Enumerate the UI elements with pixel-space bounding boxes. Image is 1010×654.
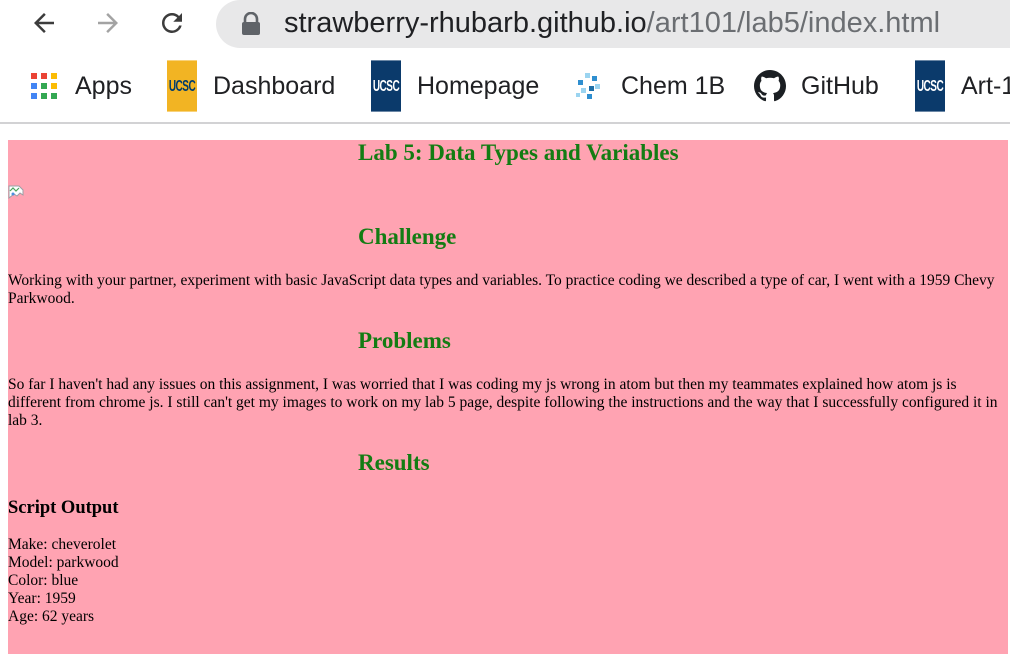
bookmark-art[interactable]: UCSC Art-1 — [914, 60, 1010, 112]
bookmark-apps[interactable]: Apps — [28, 68, 132, 104]
ucsc-icon: UCSC — [166, 60, 198, 112]
github-icon — [754, 70, 786, 102]
problems-heading: Problems — [358, 328, 451, 353]
bookmark-chem-1b[interactable]: Chem 1B — [574, 68, 725, 104]
challenge-text: Working with your partner, experiment wi… — [8, 272, 995, 307]
output-line: Year: 1959 — [8, 590, 76, 607]
script-output: Make: cheverolet Model: parkwood Color: … — [8, 536, 119, 626]
output-line: Age: 62 years — [8, 608, 95, 625]
output-line: Model: parkwood — [8, 554, 119, 571]
reload-icon — [161, 12, 182, 33]
broken-image-icon — [8, 185, 24, 200]
apps-grid-icon — [28, 70, 60, 102]
forward-arrow-icon — [98, 13, 118, 33]
output-line: Color: blue — [8, 572, 79, 589]
bookmark-label: Dashboard — [213, 71, 336, 100]
reload-button[interactable] — [152, 3, 192, 43]
script-output-heading: Script Output — [8, 498, 119, 518]
address-bar[interactable]: strawberry-rhubarb.github.io/art101/lab5… — [216, 0, 1010, 48]
problems-text: So far I haven't had any issues on this … — [8, 376, 998, 429]
ucsc-icon: UCSC — [370, 60, 402, 112]
ucsc-icon: UCSC — [914, 60, 946, 112]
bookmark-github[interactable]: GitHub — [754, 68, 879, 104]
bookmark-homepage[interactable]: UCSC Homepage — [370, 60, 540, 112]
results-heading: Results — [358, 450, 430, 475]
output-line: Make: cheverolet — [8, 536, 117, 553]
chrome-divider — [0, 122, 1010, 124]
url-host: strawberry-rhubarb.github.io — [284, 7, 647, 39]
chem-icon — [574, 70, 606, 102]
forward-button[interactable] — [88, 3, 128, 43]
back-button[interactable] — [24, 3, 64, 43]
page-content: Lab 5: Data Types and Variables Challeng… — [8, 140, 1008, 654]
url-text: strawberry-rhubarb.github.io/art101/lab5… — [284, 5, 940, 41]
bookmarks-bar: Apps UCSC Dashboard UCSC Homepage Chem 1… — [0, 60, 1010, 112]
page-title: Lab 5: Data Types and Variables — [358, 140, 679, 165]
back-arrow-icon — [34, 13, 54, 33]
bookmark-label: Chem 1B — [621, 71, 726, 100]
browser-toolbar: strawberry-rhubarb.github.io/art101/lab5… — [0, 0, 1010, 50]
bookmark-label: Homepage — [417, 71, 540, 100]
url-path: /art101/lab5/index.html — [646, 7, 941, 39]
lock-icon — [242, 12, 260, 35]
bookmark-label: Apps — [75, 71, 132, 100]
bookmark-label: GitHub — [801, 71, 879, 100]
challenge-heading: Challenge — [358, 224, 457, 249]
bookmark-dashboard[interactable]: UCSC Dashboard — [166, 60, 336, 112]
bookmark-label: Art-1 — [961, 71, 1010, 100]
